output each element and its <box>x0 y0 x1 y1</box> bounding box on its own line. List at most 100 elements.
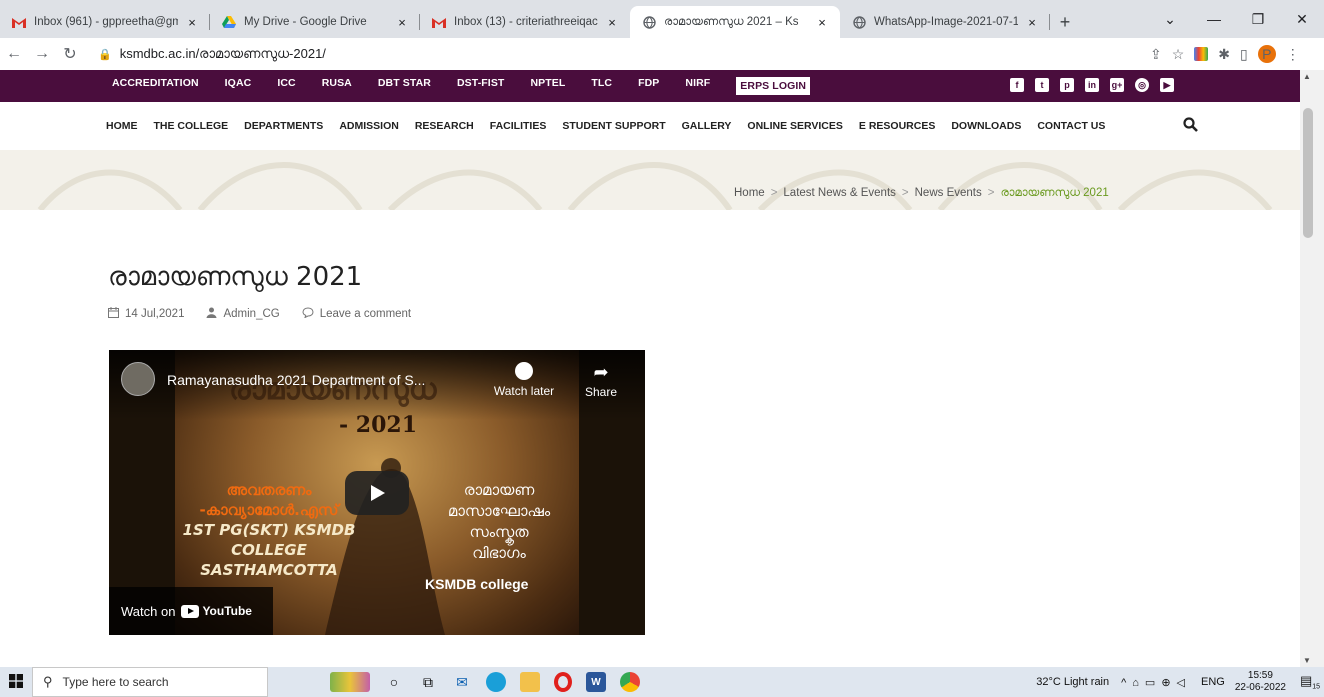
left-caption-line: 1ST PG(SKT) KSMDB <box>182 521 356 539</box>
breadcrumb-separator: > <box>901 187 909 199</box>
windows-start-icon[interactable] <box>0 673 32 691</box>
leave-comment-link[interactable]: Leave a comment <box>320 308 411 320</box>
nav-item-downloads[interactable]: DOWNLOADS <box>951 120 1021 132</box>
link-tlc[interactable]: TLC <box>591 77 612 95</box>
new-tab-button[interactable]: + <box>1050 6 1080 38</box>
nav-item-contact-us[interactable]: CONTACT US <box>1037 120 1105 132</box>
breadcrumb-news-events[interactable]: News Events <box>915 187 982 199</box>
erps-login-button[interactable]: ERPS LOGIN <box>736 77 811 95</box>
side-panel-icon[interactable]: ▯ <box>1240 46 1248 63</box>
minimize-icon[interactable]: — <box>1192 11 1236 27</box>
nav-item-home[interactable]: HOME <box>106 120 138 132</box>
cortana-circle-icon[interactable]: ○ <box>384 672 404 692</box>
notification-center-icon[interactable]: ▤15 <box>1296 673 1324 691</box>
link-rusa[interactable]: RUSA <box>322 77 352 95</box>
link-dst-fist[interactable]: DST-FIST <box>457 77 504 95</box>
opera-browser-icon[interactable] <box>554 672 572 692</box>
link-nptel[interactable]: NPTEL <box>530 77 565 95</box>
instagram-icon[interactable]: ◎ <box>1135 78 1149 92</box>
back-arrow-icon[interactable]: ← <box>0 45 28 63</box>
breadcrumb-latest-news[interactable]: Latest News & Events <box>783 187 896 199</box>
share-button[interactable]: ➦ Share <box>579 362 623 399</box>
scrollbar-thumb[interactable] <box>1303 108 1313 238</box>
link-dbt-star[interactable]: DBT STAR <box>378 77 431 95</box>
browser-tab-active[interactable]: രാമായണസുധ 2021 – Ks × <box>630 6 840 38</box>
nav-item-student-support[interactable]: STUDENT SUPPORT <box>562 120 665 132</box>
twitter-icon[interactable]: t <box>1035 78 1049 92</box>
browser-tab-drive[interactable]: My Drive - Google Drive × <box>210 6 420 38</box>
google-plus-icon[interactable]: g+ <box>1110 78 1124 92</box>
tab-close-icon[interactable]: × <box>814 15 830 30</box>
language-indicator[interactable]: ENG <box>1201 676 1225 688</box>
channel-avatar[interactable] <box>121 362 155 396</box>
tab-close-icon[interactable]: × <box>394 15 410 30</box>
breadcrumb-home[interactable]: Home <box>734 187 765 199</box>
bookmark-star-icon[interactable]: ☆ <box>1172 46 1185 63</box>
link-accreditation[interactable]: ACCREDITATION <box>112 77 199 95</box>
pinterest-icon[interactable]: p <box>1060 78 1074 92</box>
nav-item-research[interactable]: RESEARCH <box>415 120 474 132</box>
nav-item-online-services[interactable]: ONLINE SERVICES <box>747 120 843 132</box>
browser-tab-whatsapp-image[interactable]: WhatsApp-Image-2021-07-1 × <box>840 6 1050 38</box>
browser-menu-icon[interactable]: ⋮ <box>1286 46 1300 63</box>
play-button[interactable] <box>345 471 409 515</box>
link-nirf[interactable]: NIRF <box>685 77 710 95</box>
screen: Inbox (961) - gppreetha@gm × My Drive - … <box>0 0 1324 697</box>
nav-item-e-resources[interactable]: E RESOURCES <box>859 120 935 132</box>
edge-browser-icon[interactable] <box>486 672 506 692</box>
extensions-puzzle-icon[interactable]: ✱ <box>1218 46 1230 63</box>
scroll-up-arrow-icon[interactable]: ▲ <box>1303 72 1311 81</box>
extension-colorful-icon[interactable] <box>1194 47 1209 61</box>
mail-icon[interactable]: ✉ <box>452 672 472 692</box>
nav-item-the-college[interactable]: THE COLLEGE <box>154 120 229 132</box>
taskbar-clock[interactable]: 15:59 22-06-2022 <box>1235 670 1286 694</box>
nav-item-admission[interactable]: ADMISSION <box>339 120 399 132</box>
facebook-icon[interactable]: f <box>1010 78 1024 92</box>
file-explorer-icon[interactable] <box>520 672 540 692</box>
chrome-browser-icon[interactable] <box>620 672 640 692</box>
taskbar-time: 15:59 <box>1247 670 1273 681</box>
lock-icon[interactable]: 🔒 <box>98 48 112 61</box>
tab-title: WhatsApp-Image-2021-07-1 <box>874 16 1018 28</box>
watch-later-button[interactable]: Watch later <box>489 362 559 398</box>
tab-close-icon[interactable]: × <box>1024 15 1040 30</box>
browser-tab-gmail-1[interactable]: Inbox (961) - gppreetha@gm × <box>0 6 210 38</box>
browser-tab-gmail-2[interactable]: Inbox (13) - criteriathreeiqac × <box>420 6 630 38</box>
task-view-icon[interactable]: ⧉ <box>418 672 438 692</box>
restore-icon[interactable]: ❐ <box>1236 11 1280 28</box>
banner-pattern <box>37 162 1273 210</box>
watch-on-youtube-button[interactable]: Watch on YouTube <box>109 587 273 635</box>
share-page-icon[interactable]: ⇪ <box>1150 46 1162 63</box>
address-bar[interactable]: 🔒 ksmdbc.ac.in/രാമായണസുധ-2021/ <box>90 41 1140 67</box>
post-author[interactable]: Admin_CG <box>223 308 279 320</box>
scroll-down-arrow-icon[interactable]: ▼ <box>1303 656 1311 665</box>
search-icon[interactable] <box>1183 117 1198 137</box>
post-date[interactable]: 14 Jul,2021 <box>125 308 184 320</box>
reload-icon[interactable]: ↻ <box>56 44 84 64</box>
nav-item-facilities[interactable]: FACILITIES <box>490 120 547 132</box>
linkedin-icon[interactable]: in <box>1085 78 1099 92</box>
youtube-icon[interactable]: ▶ <box>1160 78 1174 92</box>
tray-icons[interactable]: ^⌂▭⊕◁ <box>1121 676 1191 689</box>
youtube-video-embed[interactable]: രാമായണസുധ - 2021 Ramayanasudha 2021 Depa… <box>109 350 645 635</box>
breadcrumb-separator: > <box>987 187 995 199</box>
link-fdp[interactable]: FDP <box>638 77 659 95</box>
video-title[interactable]: Ramayanasudha 2021 Department of S... <box>167 372 425 388</box>
tab-search-chevron-icon[interactable]: ⌄ <box>1148 11 1192 28</box>
tab-close-icon[interactable]: × <box>184 15 200 30</box>
nav-item-departments[interactable]: DEPARTMENTS <box>244 120 323 132</box>
page-scrollbar[interactable]: ▲ ▼ <box>1300 70 1324 667</box>
close-window-icon[interactable]: ✕ <box>1280 11 1324 28</box>
search-icon: ⚲ <box>43 674 53 689</box>
link-iqac[interactable]: IQAC <box>225 77 252 95</box>
profile-avatar[interactable]: P <box>1257 45 1276 63</box>
widgets-flowers-icon[interactable] <box>330 672 370 692</box>
tab-close-icon[interactable]: × <box>604 15 620 30</box>
word-app-icon[interactable]: W <box>586 672 606 692</box>
taskbar-search-box[interactable]: ⚲ Type here to search <box>32 667 268 697</box>
weather-widget[interactable]: 32°C Light rain <box>1036 676 1109 688</box>
share-arrow-icon: ➦ <box>593 362 609 382</box>
forward-arrow-icon[interactable]: → <box>28 45 56 63</box>
nav-item-gallery[interactable]: GALLERY <box>682 120 732 132</box>
link-icc[interactable]: ICC <box>277 77 295 95</box>
